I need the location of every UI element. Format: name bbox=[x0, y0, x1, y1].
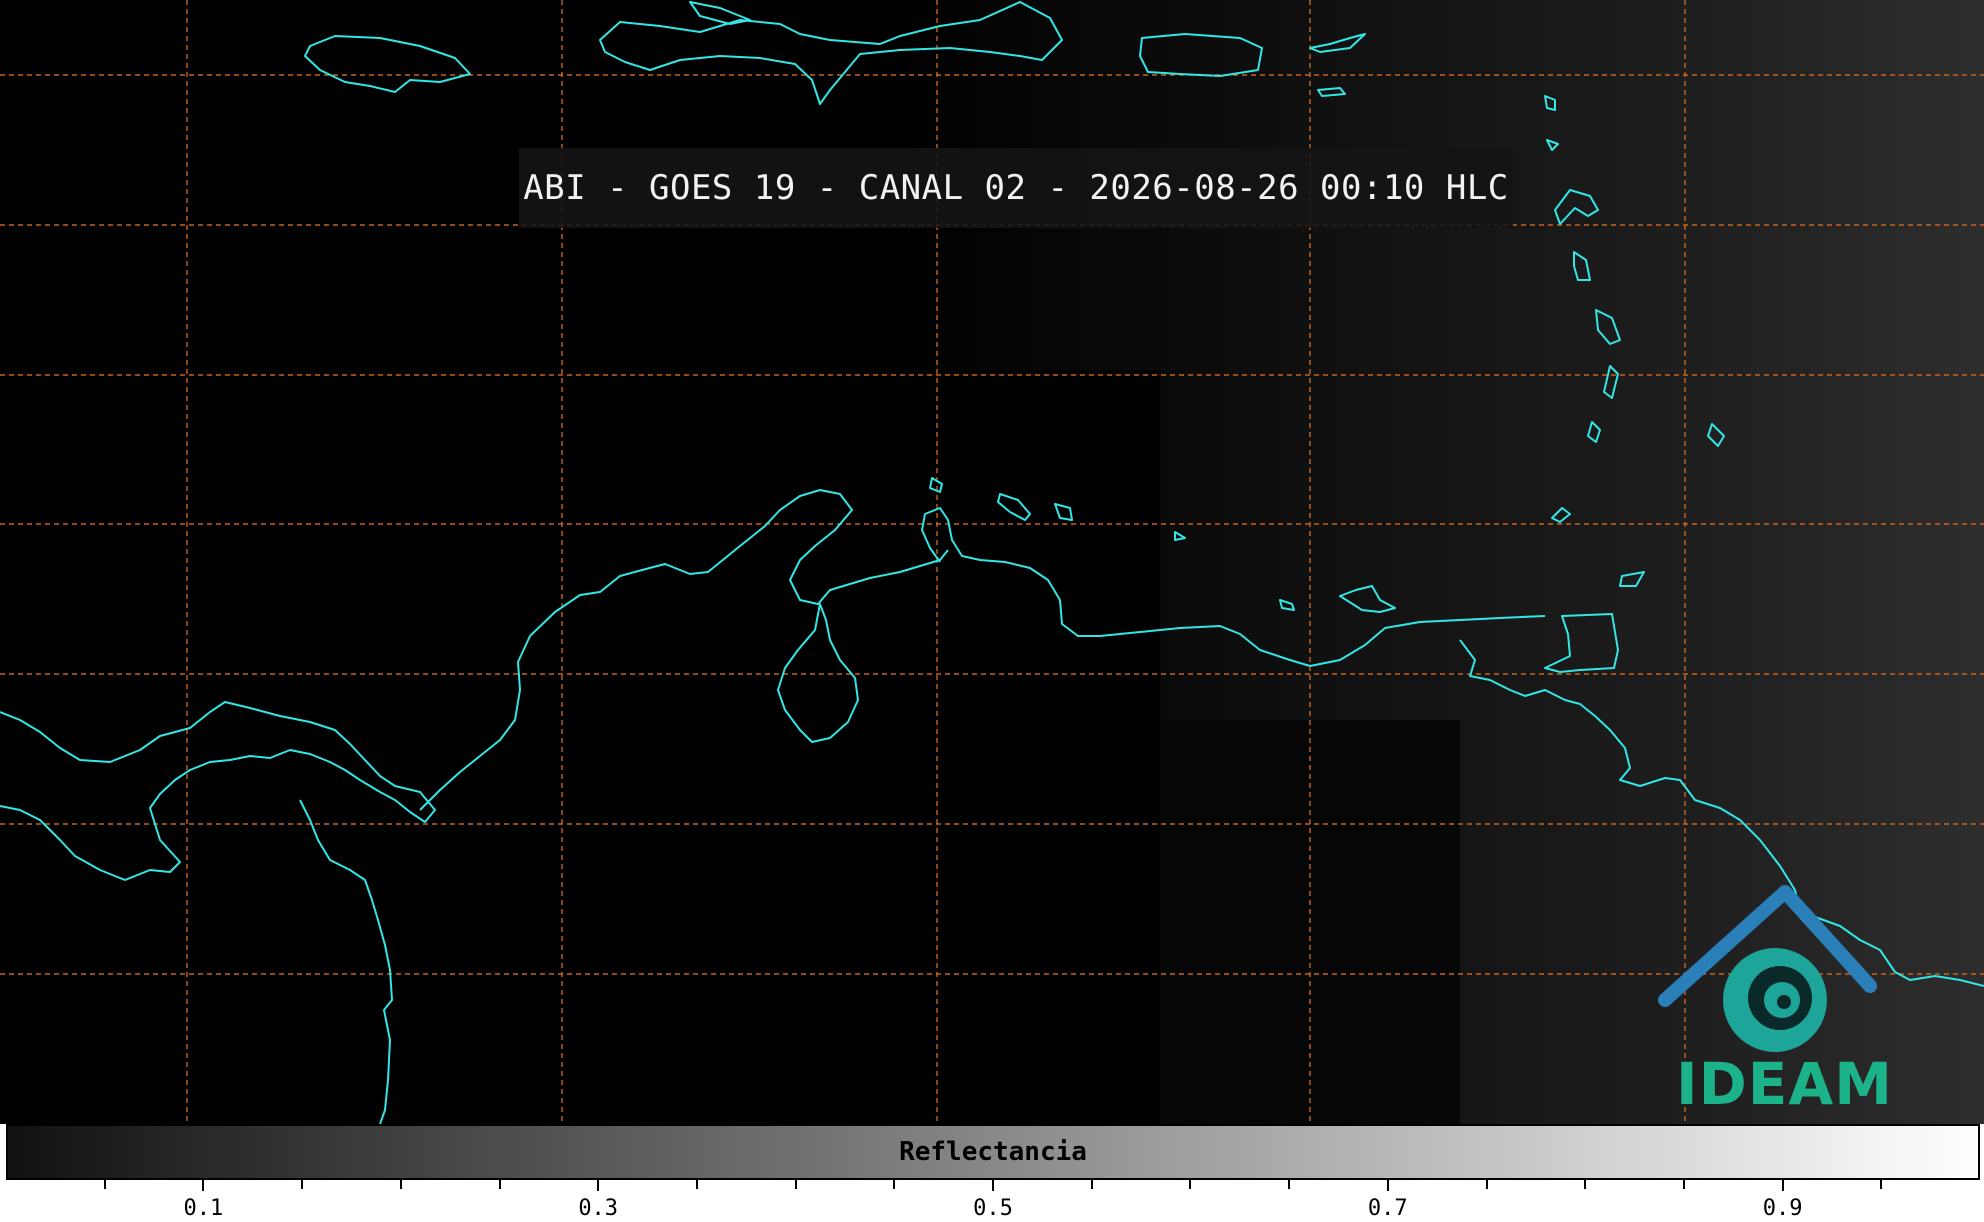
colorbar-ticks: 0.1 0.3 0.5 0.7 0.9 bbox=[0, 1180, 1984, 1222]
colorbar-tick-label: 0.1 bbox=[183, 1196, 224, 1221]
colorbar-minor-tick bbox=[1189, 1180, 1192, 1189]
colorbar-tick-label: 0.3 bbox=[578, 1196, 619, 1221]
colorbar-tick-label: 0.9 bbox=[1762, 1196, 1803, 1221]
colorbar-major-tick bbox=[1781, 1180, 1784, 1191]
colorbar-label: Reflectancia bbox=[899, 1137, 1087, 1167]
colorbar-major-tick bbox=[597, 1180, 600, 1191]
colorbar-minor-tick bbox=[1288, 1180, 1291, 1189]
colorbar-minor-tick bbox=[1880, 1180, 1883, 1189]
colorbar-major-tick bbox=[202, 1180, 205, 1191]
title-banner: ABI - GOES 19 - CANAL 02 - 2026-08-26 00… bbox=[519, 148, 1513, 228]
dark-region bbox=[0, 370, 1160, 1124]
colorbar-minor-tick bbox=[103, 1180, 106, 1189]
logo-swirl-core bbox=[1777, 995, 1791, 1009]
colorbar-minor-tick bbox=[1584, 1180, 1587, 1189]
colorbar-tick-label: 0.7 bbox=[1367, 1196, 1408, 1221]
colorbar: Reflectancia bbox=[6, 1124, 1980, 1180]
colorbar-major-tick bbox=[1386, 1180, 1389, 1191]
colorbar-major-tick bbox=[992, 1180, 994, 1191]
map-title: ABI - GOES 19 - CANAL 02 - 2026-08-26 00… bbox=[523, 168, 1509, 208]
colorbar-minor-tick bbox=[498, 1180, 501, 1189]
colorbar-minor-tick bbox=[399, 1180, 402, 1189]
colorbar-minor-tick bbox=[1090, 1180, 1093, 1189]
colorbar-minor-tick bbox=[1682, 1180, 1685, 1189]
colorbar-tick-label: 0.5 bbox=[973, 1196, 1013, 1221]
logo-text: IDEAM bbox=[1676, 1050, 1893, 1118]
colorbar-minor-tick bbox=[301, 1180, 304, 1189]
colorbar-minor-tick bbox=[695, 1180, 698, 1189]
colorbar-minor-tick bbox=[893, 1180, 896, 1189]
colorbar-minor-tick bbox=[794, 1180, 797, 1189]
colorbar-minor-tick bbox=[1485, 1180, 1488, 1189]
